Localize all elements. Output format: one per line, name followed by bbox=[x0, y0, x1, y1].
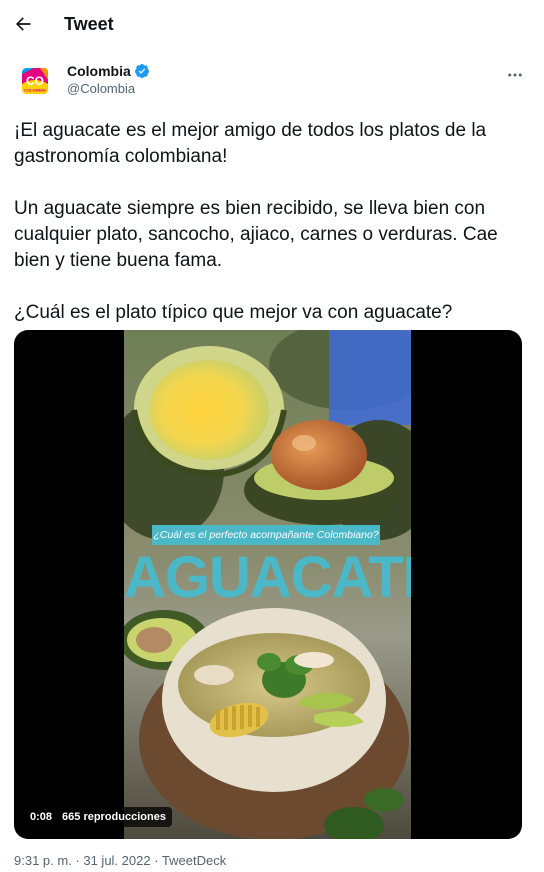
video-frame: ¿Cuál es el perfecto acompañante Colombi… bbox=[124, 330, 411, 839]
more-dots-icon bbox=[508, 73, 522, 77]
more-options-button[interactable] bbox=[502, 64, 528, 86]
avatar[interactable]: CO COLOMBIA bbox=[16, 62, 54, 100]
page-title: Tweet bbox=[64, 14, 114, 34]
tweet-paragraph-2: Un aguacate siempre es bien recibido, se… bbox=[14, 198, 498, 271]
verified-badge-icon bbox=[134, 64, 149, 79]
video-overlay-title: AGUACATE bbox=[124, 545, 411, 610]
author-name-text: Colombia bbox=[67, 63, 131, 79]
arrow-left-icon bbox=[16, 17, 31, 31]
tweet-paragraph-3: ¿Cuál es el plato típico que mejor va co… bbox=[14, 302, 453, 323]
video-duration: 0:08 bbox=[30, 811, 53, 823]
author-name[interactable]: Colombia bbox=[67, 63, 150, 79]
video-overlay-question: ¿Cuál es el perfecto acompañante Colombi… bbox=[152, 525, 380, 545]
tweet-header: Tweet bbox=[0, 0, 544, 50]
video-views: 665 reproducciones bbox=[62, 811, 166, 823]
tweet-video[interactable]: ¿Cuál es el perfecto acompañante Colombi… bbox=[14, 330, 522, 839]
colombia-logo-icon: CO COLOMBIA bbox=[16, 62, 54, 100]
tweet-text: ¡El aguacate es el mejor amigo de todos … bbox=[14, 118, 534, 326]
author-handle[interactable]: @Colombia bbox=[67, 81, 135, 96]
svg-text:CO: CO bbox=[26, 74, 44, 88]
back-button[interactable] bbox=[8, 9, 38, 39]
tweet-author: CO COLOMBIA Colombia @Colombia bbox=[16, 60, 528, 104]
tweet-paragraph-1: ¡El aguacate es el mejor amigo de todos … bbox=[14, 120, 487, 167]
svg-text:COLOMBIA: COLOMBIA bbox=[24, 88, 46, 93]
tweet-meta[interactable]: 9:31 p. m. · 31 jul. 2022 · TweetDeck bbox=[14, 853, 226, 868]
video-info-badge: 0:08 665 reproducciones bbox=[24, 807, 172, 827]
